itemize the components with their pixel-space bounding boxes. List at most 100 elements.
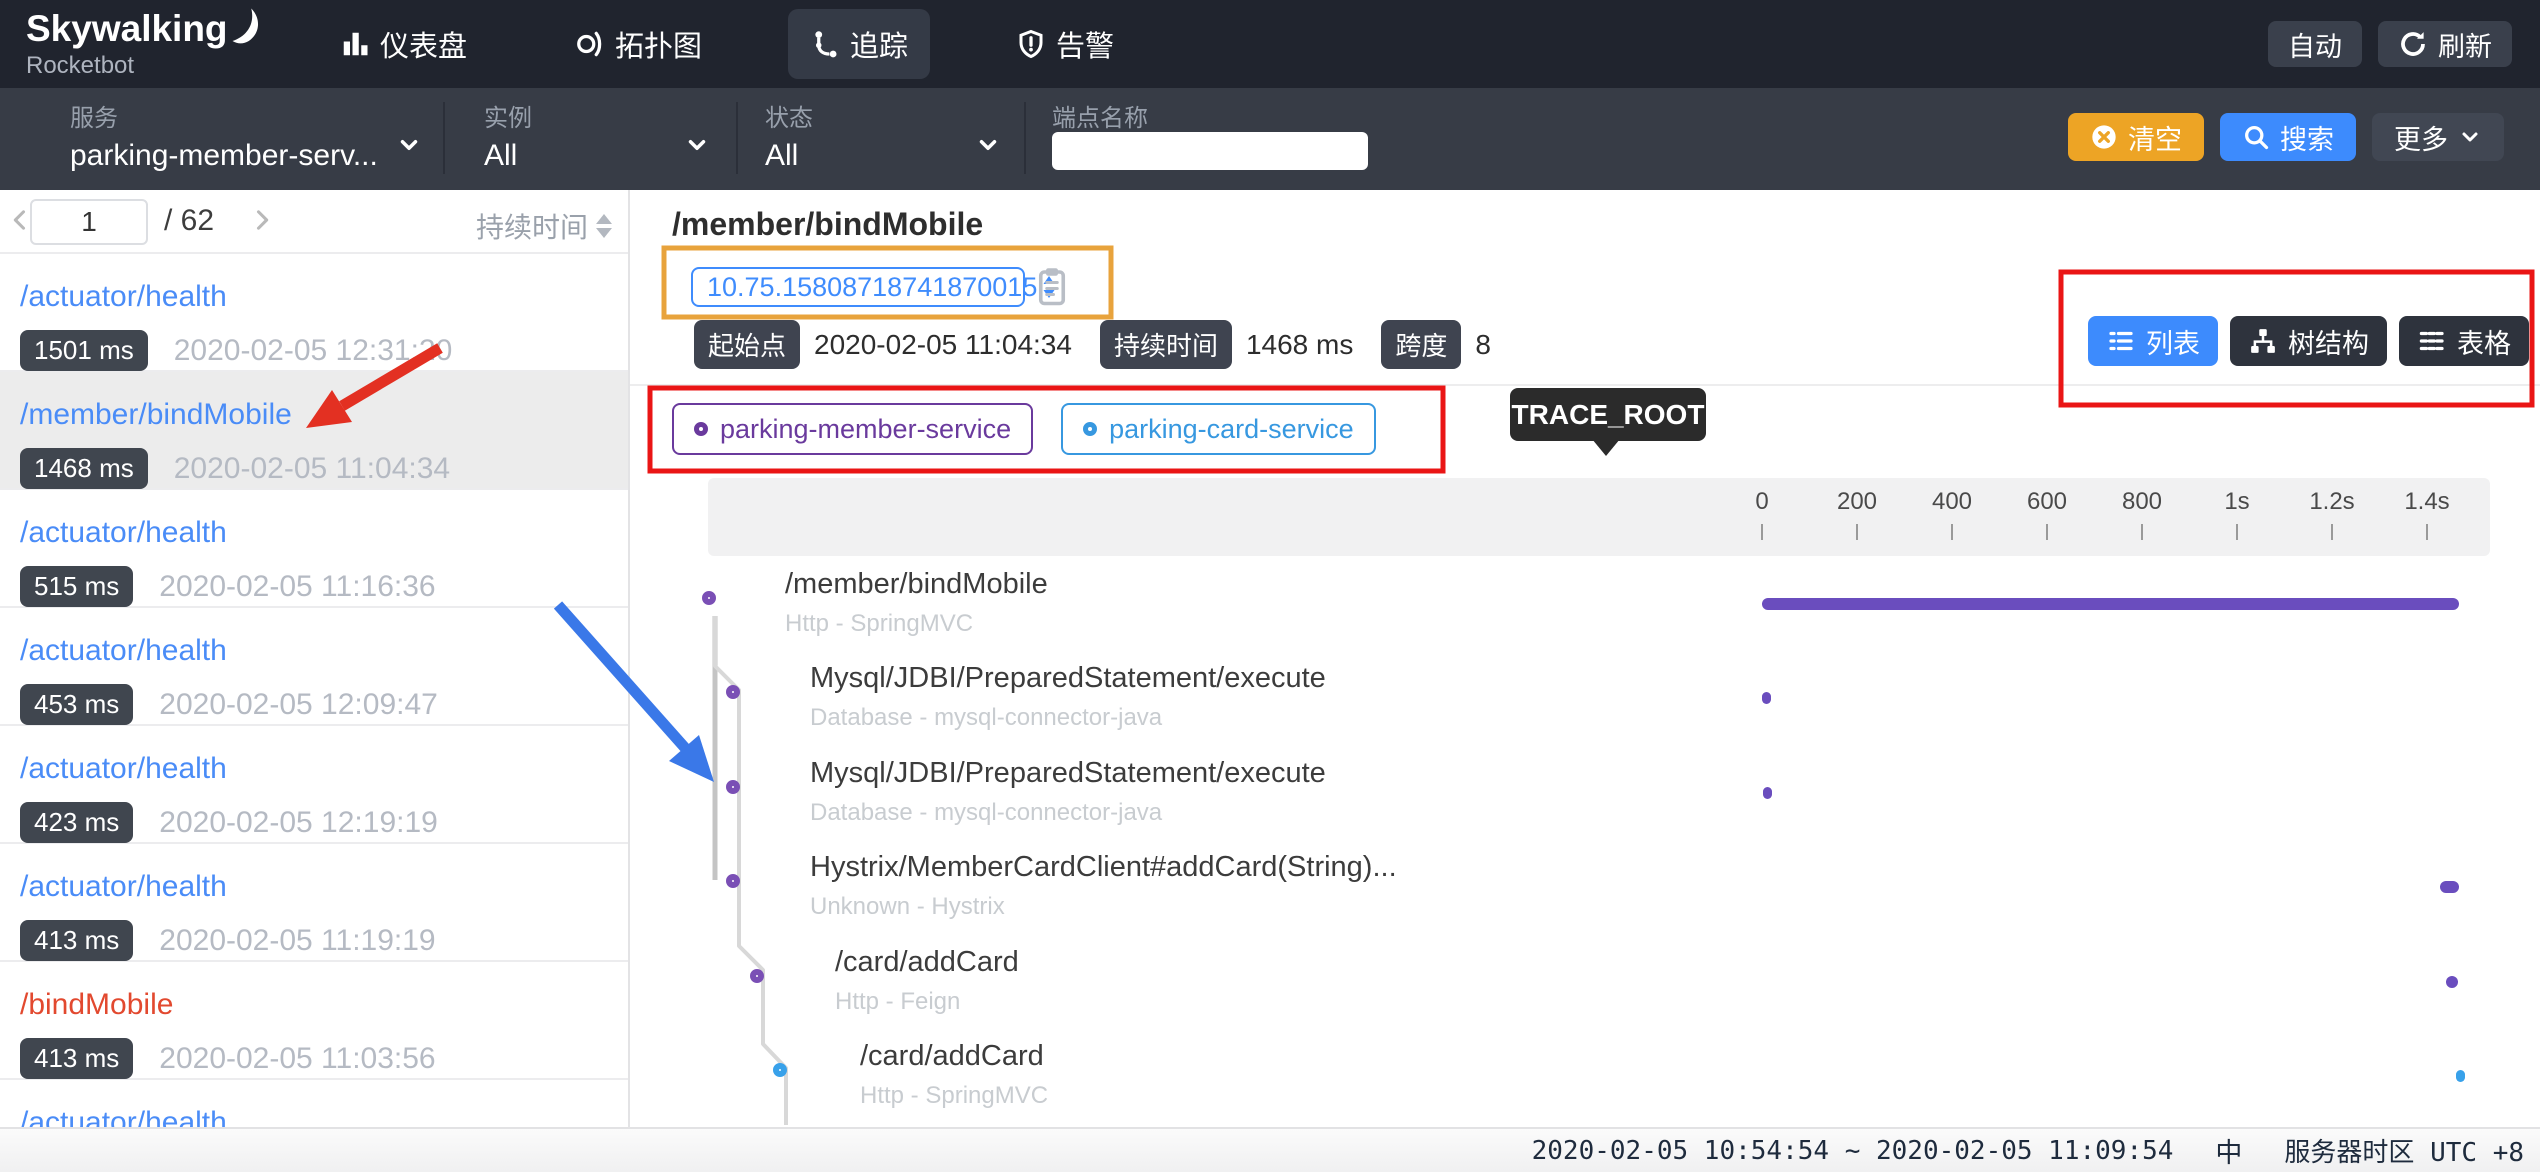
span-tree-node[interactable] [773, 1063, 787, 1077]
nav-item-label: 追踪 [850, 23, 908, 65]
trace-timestamp: 2020-02-05 12:09:47 [159, 688, 438, 722]
trace-list-item[interactable]: /bindMobile 413 ms 2020-02-05 11:03:56 [0, 962, 628, 1080]
span-name[interactable]: /card/addCard [860, 1040, 1044, 1073]
clear-button[interactable]: 清空 [2068, 113, 2204, 161]
duration-badge: 413 ms [20, 920, 133, 961]
trace-item-meta: 1468 ms2020-02-05 11:04:34 [20, 448, 628, 489]
filter-bar: 服务parking-member-serv...实例All状态All 端点名称 … [0, 88, 2540, 190]
span-duration-bar[interactable] [1762, 598, 2459, 610]
brand-logo[interactable]: Skywalking Rocketbot [26, 8, 260, 80]
trace-endpoint-link[interactable]: /member/bindMobile [20, 398, 628, 432]
nav-item-trace[interactable]: 追踪 [788, 9, 930, 79]
span-duration-bar[interactable] [1762, 692, 1771, 704]
span-name[interactable]: /member/bindMobile [785, 568, 1048, 601]
trace-item-meta: 413 ms 2020-02-05 11:03:56 [20, 1038, 628, 1079]
nav-item-dashboard[interactable]: 仪表盘 [318, 9, 489, 79]
span-layer-component: Http - Feign [835, 988, 960, 1016]
clear-label: 清空 [2128, 118, 2182, 157]
span-layer-component: Database - mysql-connector-java [810, 704, 1162, 732]
page-number-input[interactable] [30, 199, 148, 245]
time-range-text: 2020-02-05 10:54:54 ~ 2020-02-05 11:09:5… [1532, 1136, 2174, 1166]
filter-label: 服务 [70, 98, 440, 133]
trace-list-item[interactable]: /actuator/health 1501 ms2020-02-05 12:31:… [0, 254, 628, 372]
filter-value: parking-member-serv... [70, 139, 440, 173]
top-nav: Skywalking Rocketbot 仪表盘拓扑图 追踪 告警 自动 刷新 [0, 0, 2540, 88]
chevron-down-icon [975, 132, 1001, 158]
span-tree-node[interactable] [726, 780, 740, 794]
filter-actions: 清空 搜索 更多 [2068, 113, 2504, 161]
trace-item-meta: 1501 ms2020-02-05 12:31:20 [20, 330, 628, 371]
trace-endpoint-link[interactable]: /actuator/health [20, 1106, 628, 1127]
trace-timestamp: 2020-02-05 11:04:34 [174, 452, 450, 486]
language-toggle[interactable]: 中 [2215, 1131, 2242, 1170]
span-layer-component: Http - SpringMVC [785, 610, 973, 638]
endpoint-filter: 端点名称 [1052, 98, 1372, 133]
instance-filter-dropdown[interactable]: 实例All [484, 98, 724, 173]
chevron-down-icon [2458, 125, 2482, 149]
endpoint-input[interactable] [1052, 132, 1368, 170]
span-tree-node[interactable] [726, 874, 740, 888]
span-name[interactable]: /card/addCard [835, 946, 1019, 979]
trace-endpoint-link[interactable]: /actuator/health [20, 634, 628, 668]
span-tree-node[interactable] [726, 685, 740, 699]
trace-list-item[interactable]: /actuator/health 515 ms2020-02-05 11:16:3… [0, 490, 628, 608]
trace-item-meta: 413 ms 2020-02-05 11:19:19 [20, 920, 628, 961]
span-layer-component: Unknown - Hystrix [810, 893, 1005, 921]
filter-divider [1024, 102, 1026, 174]
duration-sort-control[interactable]: 持续时间 [476, 206, 612, 246]
chevron-down-icon [396, 132, 422, 158]
duration-badge: 423 ms [20, 802, 133, 843]
trace-timestamp: 2020-02-05 11:19:19 [159, 924, 435, 958]
next-page-button[interactable] [248, 206, 276, 234]
alarm-icon [1016, 29, 1046, 59]
nav-item-alarm[interactable]: 告警 [994, 9, 1136, 79]
page-total: / 62 [164, 204, 214, 238]
span-tree-connectors [630, 190, 2540, 1127]
nav-item-label: 告警 [1056, 23, 1114, 65]
trace-list-item[interactable]: /actuator/health 423 ms 2020-02-05 12:19:1… [0, 726, 628, 844]
trace-timestamp: 2020-02-05 12:31:20 [174, 334, 453, 368]
span-name[interactable]: Hystrix/MemberCardClient#addCard(String)… [810, 851, 1397, 884]
span-tree-node[interactable] [702, 591, 716, 605]
span-name[interactable]: Mysql/JDBI/PreparedStatement/execute [810, 757, 1326, 790]
status-filter-dropdown[interactable]: 状态All [765, 98, 1013, 173]
trace-list-item[interactable]: /actuator/health 413 ms 2020-02-05 11:19:1… [0, 844, 628, 962]
trace-endpoint-link[interactable]: /actuator/health [20, 516, 628, 550]
service-filter-dropdown[interactable]: 服务 parking-member-serv... [70, 98, 440, 173]
span-duration-bar[interactable] [2456, 1070, 2465, 1082]
sort-carets-icon [596, 214, 612, 238]
auto-refresh-button[interactable]: 自动 [2268, 21, 2362, 67]
duration-badge: 413 ms [20, 1038, 133, 1079]
brand-swoosh-icon [230, 6, 260, 46]
trace-item-meta: 515 ms2020-02-05 11:16:36 [20, 566, 628, 607]
trace-list-item[interactable]: /actuator/health 453 ms 2020-02-05 12:09:4… [0, 608, 628, 726]
span-name[interactable]: Mysql/JDBI/PreparedStatement/execute [810, 662, 1326, 695]
chevron-down-icon [684, 132, 710, 158]
span-duration-bar[interactable] [1763, 787, 1772, 799]
brand-subtitle: Rocketbot [26, 52, 260, 80]
more-button[interactable]: 更多 [2372, 113, 2504, 161]
trace-item-meta: 453 ms 2020-02-05 12:09:47 [20, 684, 628, 725]
span-layer-component: Http - SpringMVC [860, 1082, 1048, 1110]
span-layer-component: Database - mysql-connector-java [810, 799, 1162, 827]
skywalking-trace-page: Skywalking Rocketbot 仪表盘拓扑图 追踪 告警 自动 刷新 服务 p… [0, 0, 2540, 1172]
filter-divider [736, 102, 738, 174]
trace-endpoint-link[interactable]: /actuator/health [20, 870, 628, 904]
trace-list-item[interactable]: /actuator/health [0, 1080, 628, 1127]
refresh-button[interactable]: 刷新 [2378, 21, 2512, 67]
nav-action-label: 刷新 [2438, 25, 2492, 64]
trace-endpoint-link[interactable]: /actuator/health [20, 280, 628, 314]
trace-endpoint-link[interactable]: /bindMobile [20, 988, 628, 1022]
trace-endpoint-link[interactable]: /actuator/health [20, 752, 628, 786]
filter-divider [443, 102, 445, 174]
duration-badge: 453 ms [20, 684, 133, 725]
time-range-footer: 2020-02-05 10:54:54 ~ 2020-02-05 11:09:5… [0, 1127, 2540, 1172]
span-duration-bar[interactable] [2440, 881, 2459, 893]
search-button[interactable]: 搜索 [2220, 113, 2356, 161]
nav-item-topology[interactable]: 拓扑图 [553, 9, 724, 79]
span-tree-node[interactable] [750, 969, 764, 983]
trace-list-panel: / 62 持续时间 /actuator/health 1501 ms2020-02… [0, 190, 630, 1127]
trace-list-item[interactable]: /member/bindMobile 1468 ms2020-02-05 11:0… [0, 372, 628, 490]
trace-timestamp: 2020-02-05 12:19:19 [159, 806, 438, 840]
trace-timestamp: 2020-02-05 11:03:56 [159, 1042, 435, 1076]
